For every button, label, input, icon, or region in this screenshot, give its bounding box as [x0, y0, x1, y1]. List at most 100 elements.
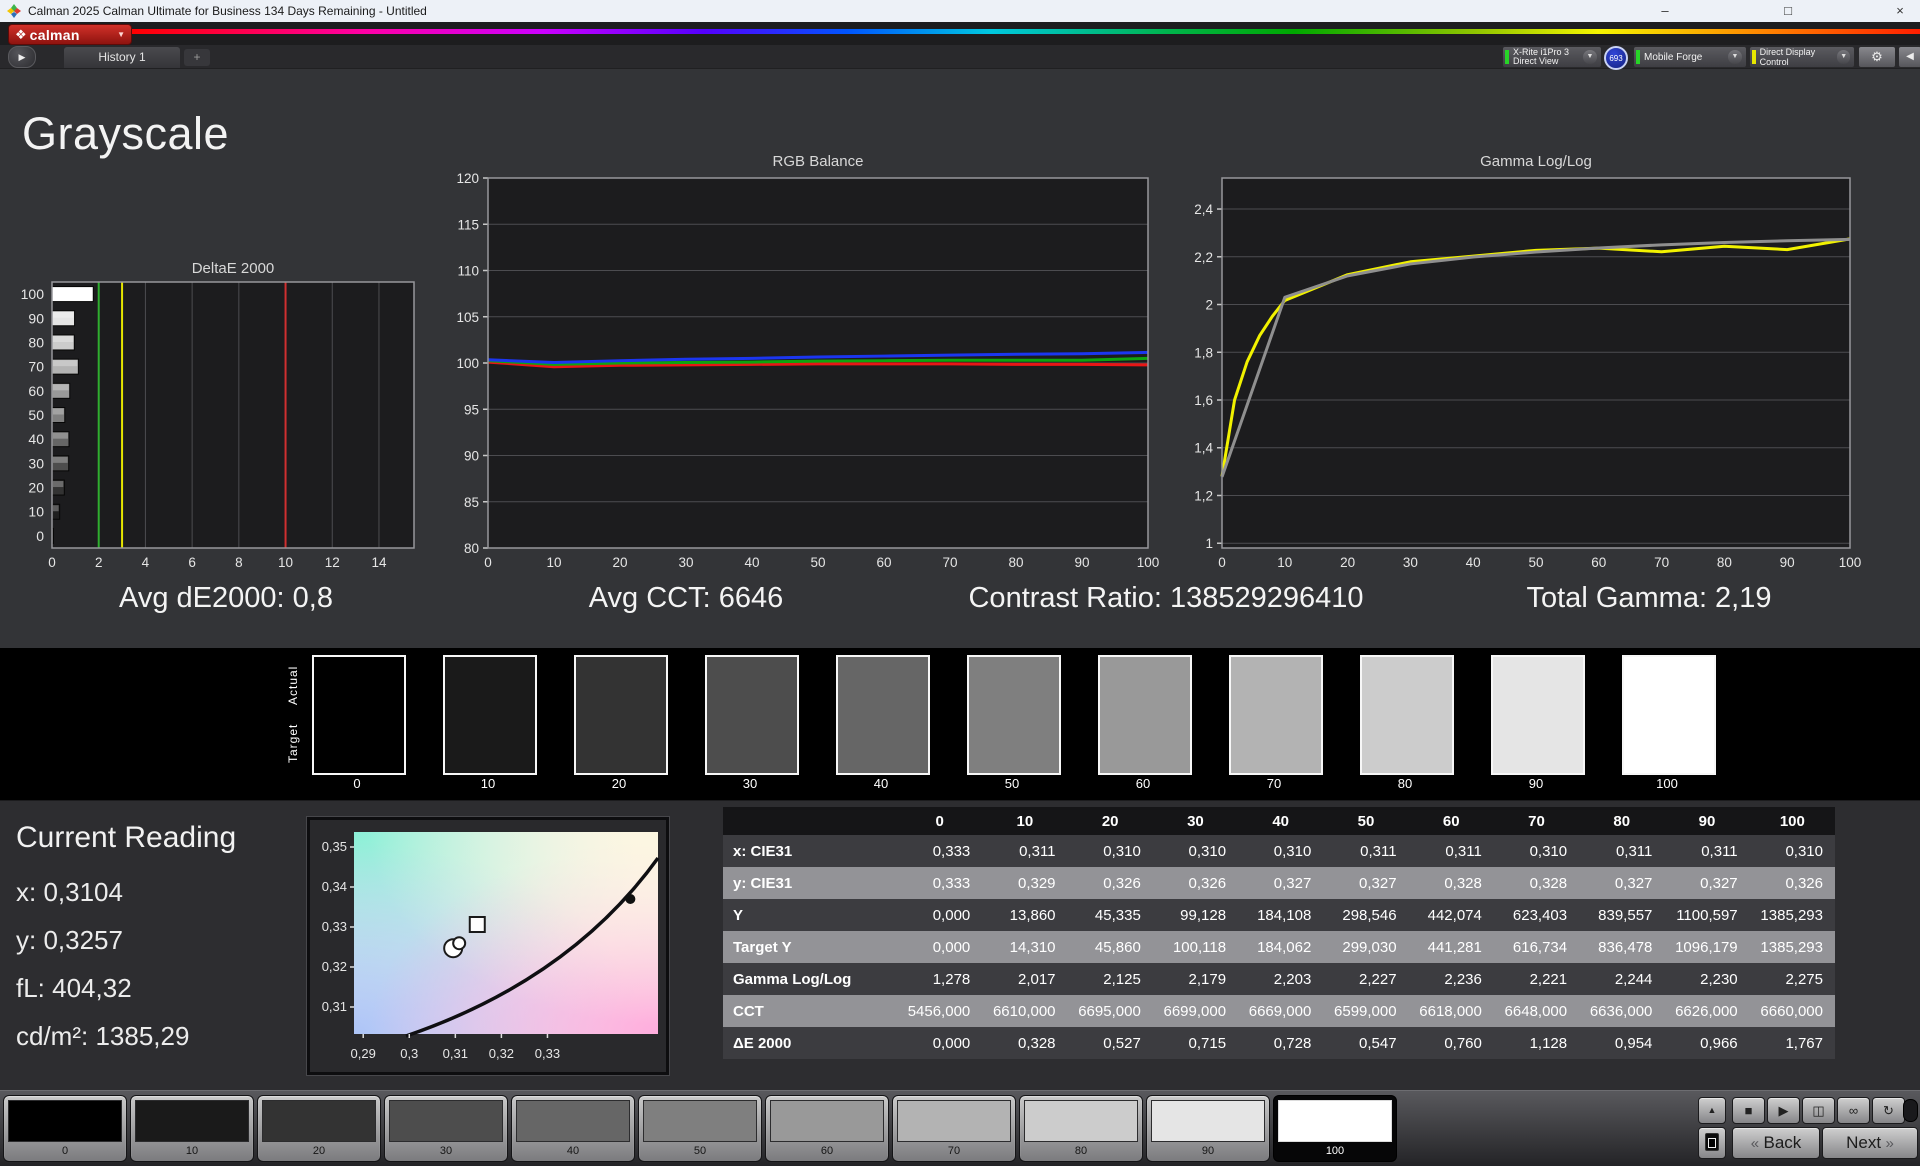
- pattern-patch-90[interactable]: 90: [1146, 1095, 1270, 1162]
- pattern-toolbar: 01020 30 405060708090100 ▲ ■▶◫∞↻ « Back Ne…: [0, 1090, 1920, 1166]
- table-cell: 0,728: [1238, 1027, 1323, 1059]
- back-button[interactable]: « Back: [1732, 1127, 1820, 1159]
- svg-text:60: 60: [28, 383, 44, 399]
- add-tab-button[interactable]: +: [184, 49, 210, 66]
- svg-text:30: 30: [678, 555, 693, 570]
- table-cell: 0,311: [1409, 835, 1494, 867]
- table-cell: 6626,000: [1664, 995, 1749, 1027]
- patch-swatch: [516, 1100, 630, 1142]
- maximize-button[interactable]: □: [1768, 0, 1808, 22]
- table-cell: 0,310: [1750, 835, 1835, 867]
- svg-text:RGB Balance: RGB Balance: [773, 153, 864, 170]
- swatch-label-70: 70: [1227, 776, 1321, 791]
- continuous-measure-button[interactable]: ∞: [1837, 1097, 1870, 1124]
- tab-history-1[interactable]: History 1: [64, 47, 180, 68]
- meter-dropdown[interactable]: X-Rite i1Pro 3 Direct View ▼: [1502, 46, 1602, 68]
- svg-text:80: 80: [464, 541, 479, 556]
- pattern-window-button[interactable]: [1698, 1127, 1726, 1159]
- meter-status-bar: [1505, 50, 1509, 64]
- calman-menu-button[interactable]: ❖ calman ▼: [8, 24, 132, 45]
- spectrum-strip: [132, 29, 1920, 34]
- pattern-patch-100[interactable]: 100: [1273, 1095, 1397, 1162]
- pattern-patch-80[interactable]: 80: [1019, 1095, 1143, 1162]
- stop-button[interactable]: ■: [1732, 1097, 1765, 1124]
- pattern-patch-30[interactable]: 30: [384, 1095, 508, 1162]
- tab-bar: ▶ History 1 + X-Rite i1Pro 3 Direct View…: [0, 45, 1920, 69]
- svg-text:110: 110: [457, 264, 479, 279]
- patch-label: 70: [893, 1142, 1015, 1160]
- close-button[interactable]: ×: [1880, 0, 1920, 22]
- pattern-patch-20[interactable]: 20: [257, 1095, 381, 1162]
- pattern-patch-60[interactable]: 60: [765, 1095, 889, 1162]
- next-button[interactable]: Next »: [1822, 1127, 1918, 1159]
- svg-text:14: 14: [371, 555, 387, 570]
- table-col-header: 80: [1579, 807, 1664, 835]
- back-chevrons-icon: «: [1751, 1135, 1759, 1152]
- pattern-up-button[interactable]: ▲: [1698, 1097, 1726, 1124]
- table-cell: 0,310: [1068, 835, 1153, 867]
- svg-text:1,4: 1,4: [1194, 441, 1213, 456]
- svg-text:100: 100: [456, 356, 479, 371]
- svg-text:90: 90: [464, 449, 479, 464]
- svg-text:40: 40: [1466, 555, 1481, 570]
- display-control-dropdown[interactable]: Direct Display Control ▼: [1749, 46, 1855, 68]
- pattern-patch-10[interactable]: 10: [130, 1095, 254, 1162]
- single-measure-button[interactable]: ◫: [1802, 1097, 1835, 1124]
- table-cell: 0,311: [1664, 835, 1749, 867]
- chevron-down-icon: ▼: [1728, 50, 1742, 64]
- source-dropdown[interactable]: Mobile Forge ▼: [1633, 46, 1747, 68]
- table-col-header: 10: [982, 807, 1067, 835]
- patch-label: 40: [512, 1142, 634, 1160]
- table-col-header: 0: [897, 807, 982, 835]
- svg-text:60: 60: [876, 555, 891, 570]
- svg-text:90: 90: [28, 310, 44, 326]
- svg-text:DeltaE 2000: DeltaE 2000: [192, 260, 275, 277]
- svg-text:30: 30: [28, 455, 44, 471]
- table-cell: 0,310: [1494, 835, 1579, 867]
- minimize-button[interactable]: –: [1645, 0, 1685, 22]
- table-cell: 0,715: [1153, 1027, 1238, 1059]
- svg-text:0,29: 0,29: [351, 1046, 376, 1061]
- refresh-button[interactable]: ↻: [1872, 1097, 1905, 1124]
- table-row: Gamma Log/Log1,2782,0172,1252,1792,2032,…: [723, 963, 1835, 995]
- swatch-label-50: 50: [965, 776, 1059, 791]
- calman-logo-text: calman: [30, 27, 80, 43]
- table-cell: 184,108: [1238, 899, 1323, 931]
- table-cell: 6610,000: [982, 995, 1067, 1027]
- play-button[interactable]: ▶: [1767, 1097, 1800, 1124]
- swatch-label-90: 90: [1489, 776, 1583, 791]
- table-cell: 1385,293: [1750, 931, 1835, 963]
- pattern-patch-40[interactable]: 40: [511, 1095, 635, 1162]
- table-cell: 0,547: [1323, 1027, 1408, 1059]
- patch-swatch: [135, 1100, 249, 1142]
- svg-text:90: 90: [1074, 555, 1089, 570]
- calman-app-icon: [6, 3, 22, 19]
- reading-x: x: 0,3104: [16, 877, 123, 908]
- svg-text:80: 80: [1717, 555, 1732, 570]
- table-cell: 6695,000: [1068, 995, 1153, 1027]
- target-row-label: Target: [286, 714, 302, 772]
- settings-gear-button[interactable]: ⚙: [1858, 46, 1896, 68]
- pattern-patch-50[interactable]: 50: [638, 1095, 762, 1162]
- pattern-patch-70[interactable]: 70: [892, 1095, 1016, 1162]
- stat-contrast-ratio: Contrast Ratio: 138529296410: [968, 582, 1363, 615]
- patch-label: 20: [258, 1142, 380, 1160]
- swatch-label-40: 40: [834, 776, 928, 791]
- cie-locus-point: [625, 894, 635, 904]
- svg-text:0,31: 0,31: [443, 1046, 468, 1061]
- table-cell: 184,062: [1238, 931, 1323, 963]
- table-cell: 1,767: [1750, 1027, 1835, 1059]
- table-col-header: 40: [1238, 807, 1323, 835]
- svg-text:0,34: 0,34: [322, 879, 347, 894]
- svg-text:2: 2: [1205, 298, 1213, 313]
- svg-text:20: 20: [1340, 555, 1355, 570]
- table-cell: 0,333: [897, 867, 982, 899]
- readings-table: 0102030405060708090100x: CIE310,3330,311…: [723, 807, 1835, 1059]
- svg-text:0,33: 0,33: [322, 919, 347, 934]
- patch-label: 30: [385, 1142, 507, 1160]
- pattern-patch-0[interactable]: 0: [3, 1095, 127, 1162]
- page-nav-button[interactable]: ▶: [8, 46, 36, 68]
- collapse-panel-button[interactable]: ◀: [1898, 46, 1920, 68]
- svg-text:0,35: 0,35: [322, 839, 347, 854]
- table-row-label: Target Y: [723, 931, 897, 963]
